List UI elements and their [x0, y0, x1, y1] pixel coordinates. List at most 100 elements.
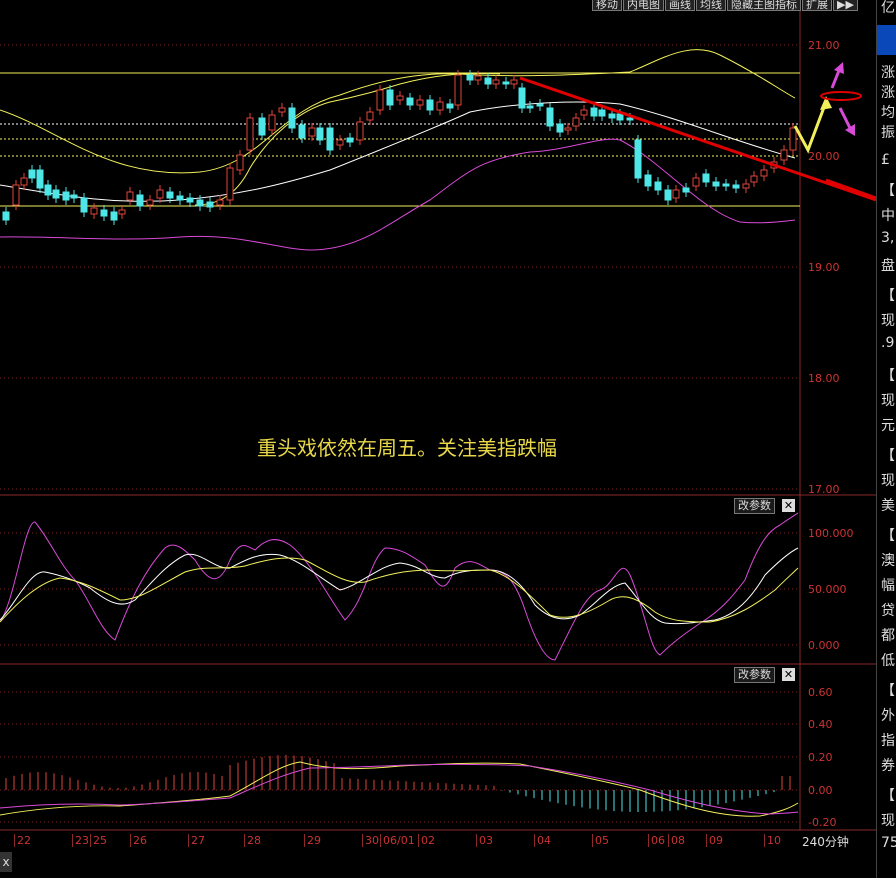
candle-body[interactable] [246, 117, 254, 151]
candle-body[interactable] [510, 79, 518, 85]
candle-body[interactable] [616, 113, 624, 121]
candle-body[interactable] [608, 113, 616, 119]
candle-body[interactable] [90, 207, 98, 215]
candle-body[interactable] [454, 74, 462, 106]
sidebar-item[interactable]: 指 [881, 730, 895, 750]
candle-body[interactable] [226, 167, 234, 201]
sidebar-item[interactable]: 券 [881, 755, 895, 775]
sidebar-item[interactable]: 【 [881, 285, 895, 305]
candle-body[interactable] [546, 107, 554, 127]
candle-body[interactable] [308, 127, 316, 137]
candle-body[interactable] [186, 197, 194, 203]
candle-body[interactable] [316, 127, 324, 141]
candle-body[interactable] [258, 117, 266, 136]
candle-body[interactable] [722, 183, 730, 187]
sidebar-item[interactable]: 幅 [881, 575, 895, 595]
candle-body[interactable] [626, 117, 634, 121]
candle-body[interactable] [426, 99, 434, 111]
target-ellipse[interactable] [820, 91, 862, 101]
sidebar-item[interactable]: 现 [881, 310, 895, 330]
sidebar-item[interactable]: 涨 [881, 62, 895, 82]
candle-body[interactable] [492, 79, 500, 85]
candle-body[interactable] [760, 169, 768, 177]
candle-body[interactable] [110, 211, 118, 221]
candle-body[interactable] [206, 201, 214, 208]
candle-body[interactable] [672, 189, 680, 199]
sidebar-item[interactable]: 现 [881, 390, 895, 410]
candle-body[interactable] [644, 174, 652, 187]
candle-body[interactable] [278, 107, 286, 113]
candle-body[interactable] [502, 81, 510, 85]
candle-body[interactable] [376, 89, 384, 111]
candle-body[interactable] [386, 89, 394, 106]
sidebar-item[interactable]: 【 [881, 785, 895, 805]
candle-body[interactable] [288, 107, 296, 129]
candle-body[interactable] [466, 74, 474, 81]
sidebar-item[interactable]: 美 [881, 495, 895, 515]
sidebar-item[interactable]: 外 [881, 705, 895, 725]
sidebar-item[interactable]: 【 [881, 365, 895, 385]
sidebar-item[interactable]: 盘 [881, 255, 895, 275]
candle-body[interactable] [62, 191, 70, 201]
candle-body[interactable] [474, 75, 482, 81]
sidebar-item[interactable]: 【 [881, 525, 895, 545]
sidebar-item[interactable]: 【 [881, 445, 895, 465]
move-button[interactable]: 移动 [592, 0, 622, 11]
candle-body[interactable] [664, 189, 672, 201]
candle-body[interactable] [336, 139, 344, 146]
candle-body[interactable] [126, 191, 134, 201]
sidebar-item[interactable]: 均 [881, 102, 895, 122]
draw-line-button[interactable]: 画线 [665, 0, 695, 11]
candle-body[interactable] [136, 194, 144, 207]
candle-body[interactable] [780, 149, 788, 161]
macd-close-icon[interactable]: ✕ [782, 668, 795, 681]
candle-body[interactable] [634, 139, 642, 179]
candle-body[interactable] [742, 183, 750, 189]
sidebar-item[interactable]: 涨 [881, 82, 895, 102]
candle-body[interactable] [702, 173, 710, 183]
bottom-left-button[interactable]: x [0, 852, 12, 872]
sidebar-item[interactable]: .9 [881, 335, 894, 351]
candle-body[interactable] [712, 181, 720, 187]
sidebar-item[interactable]: 现 [881, 810, 895, 830]
candle-body[interactable] [572, 117, 580, 127]
candle-body[interactable] [326, 127, 334, 151]
sidebar-item[interactable]: 低 [881, 650, 895, 670]
period-label[interactable]: 240分钟 [802, 833, 849, 850]
candle-body[interactable] [436, 101, 444, 111]
candle-body[interactable] [20, 177, 28, 186]
candle-body[interactable] [36, 169, 44, 189]
candle-body[interactable] [564, 127, 572, 131]
candle-body[interactable] [2, 211, 10, 221]
candle-body[interactable] [12, 184, 20, 206]
candle-body[interactable] [580, 109, 588, 116]
candle-body[interactable] [598, 109, 606, 117]
candle-body[interactable] [298, 124, 306, 139]
sidebar-item[interactable]: 75 [881, 835, 896, 851]
candle-body[interactable] [146, 199, 154, 206]
sidebar-highlight[interactable] [877, 25, 896, 55]
extend-button[interactable]: 扩展 [802, 0, 832, 11]
sidebar-item[interactable]: 3, [881, 230, 894, 246]
candle-body[interactable] [692, 177, 700, 187]
candle-body[interactable] [356, 121, 364, 141]
candle-body[interactable] [484, 77, 492, 85]
candle-body[interactable] [526, 105, 534, 109]
candle-body[interactable] [196, 199, 204, 207]
candle-body[interactable] [789, 127, 797, 151]
candlesticks[interactable] [2, 70, 797, 225]
candle-body[interactable] [118, 209, 126, 215]
kdj-param-button[interactable]: 改参数 [734, 498, 775, 514]
candle-body[interactable] [396, 95, 404, 101]
sidebar-item[interactable]: 都 [881, 625, 895, 645]
candle-body[interactable] [732, 184, 740, 189]
macd-param-button[interactable]: 改参数 [734, 667, 775, 683]
candle-body[interactable] [346, 137, 354, 143]
candle-body[interactable] [446, 103, 454, 109]
candle-body[interactable] [52, 189, 60, 199]
candle-body[interactable] [590, 107, 598, 117]
candle-body[interactable] [216, 199, 224, 206]
kdj-close-icon[interactable]: ✕ [782, 499, 795, 512]
candle-body[interactable] [70, 194, 78, 199]
candle-body[interactable] [536, 103, 544, 107]
